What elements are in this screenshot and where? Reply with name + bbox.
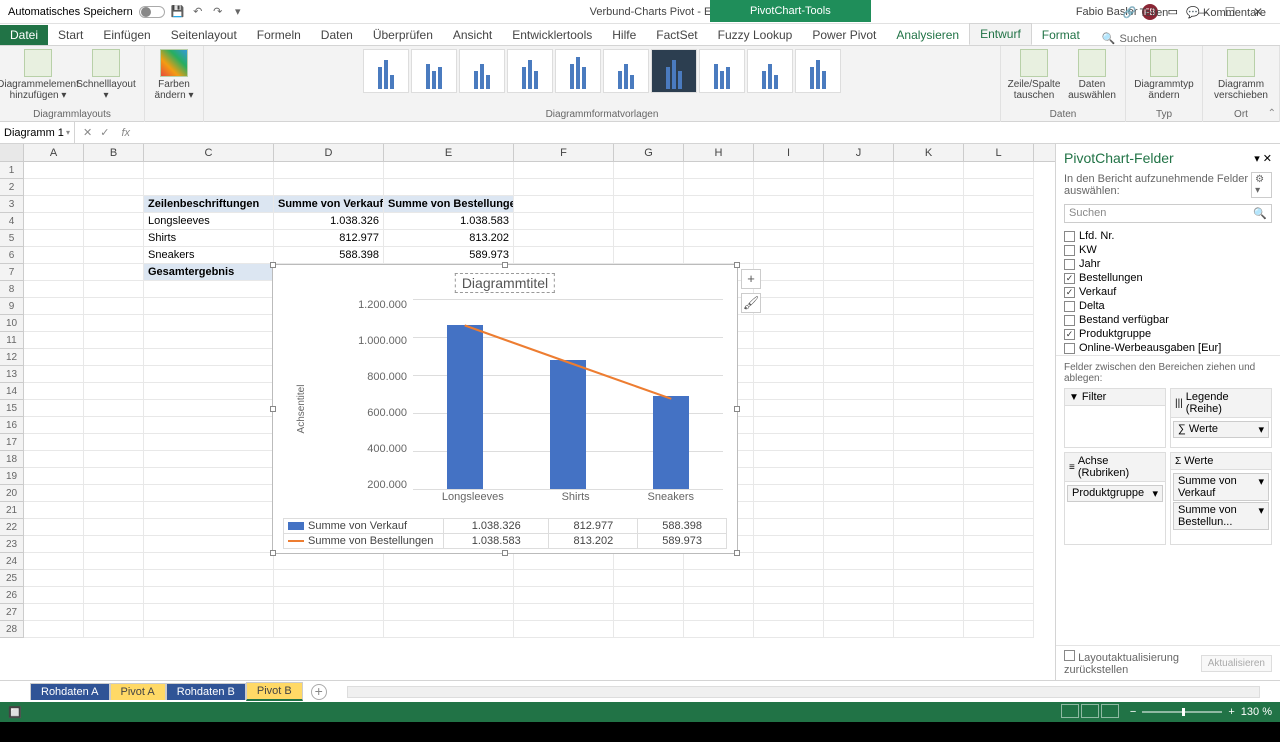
sheet-tab-bar: Rohdaten A Pivot A Rohdaten B Pivot B + bbox=[0, 680, 1280, 702]
tab-powerpivot[interactable]: Power Pivot bbox=[802, 25, 886, 45]
pane-title: PivotChart-Felder bbox=[1064, 150, 1174, 166]
sheet-tab[interactable]: Rohdaten A bbox=[30, 683, 110, 700]
column-headers: A B C D E F G H I J K L bbox=[0, 144, 1055, 162]
enter-formula-icon[interactable]: ✓ bbox=[100, 126, 109, 139]
name-box[interactable]: Diagramm 1▾ bbox=[0, 122, 75, 143]
qat-more-icon[interactable]: ▾ bbox=[231, 5, 245, 19]
tell-me-search[interactable]: 🔍 Suchen bbox=[1102, 32, 1157, 45]
change-chart-type-button[interactable]: Diagrammtyp ändern bbox=[1134, 49, 1194, 101]
sheet-tab[interactable]: Rohdaten B bbox=[166, 683, 246, 700]
field-search-input[interactable]: Suchen🔍 bbox=[1064, 204, 1272, 223]
tab-daten[interactable]: Daten bbox=[311, 25, 363, 45]
comments-button[interactable]: 💬 Kommentare bbox=[1182, 4, 1270, 21]
gear-icon[interactable]: ⚙ ▾ bbox=[1251, 172, 1272, 198]
formula-bar-row: Diagramm 1▾ ✕ ✓ fx bbox=[0, 122, 1280, 144]
tab-hilfe[interactable]: Hilfe bbox=[602, 25, 646, 45]
field-checkbox[interactable]: Bestellungen bbox=[1064, 271, 1272, 285]
save-icon[interactable]: 💾 bbox=[171, 5, 185, 19]
switch-row-col-button[interactable]: Zeile/Spalte tauschen bbox=[1009, 49, 1059, 101]
document-title: Verbund-Charts Pivot - Excel bbox=[245, 6, 1076, 18]
quick-layout-button[interactable]: Schnelllayout ▾ bbox=[76, 49, 136, 101]
zoom-control[interactable]: − + 130 % bbox=[1130, 706, 1272, 718]
add-chart-element-button[interactable]: Diagrammelement hinzufügen ▾ bbox=[8, 49, 68, 101]
field-checkbox[interactable]: Bestand verfügbar bbox=[1064, 313, 1272, 327]
view-switcher[interactable] bbox=[1060, 704, 1120, 721]
ribbon: Diagrammelement hinzufügen ▾ Schnelllayo… bbox=[0, 46, 1280, 122]
horizontal-scrollbar[interactable] bbox=[347, 686, 1260, 698]
tab-analysieren[interactable]: Analysieren bbox=[886, 25, 969, 45]
move-chart-button[interactable]: Diagramm verschieben bbox=[1211, 49, 1271, 101]
field-checkbox[interactable]: Delta bbox=[1064, 299, 1272, 313]
status-ready: 🔲 bbox=[8, 706, 22, 719]
pivotchart-fields-pane: PivotChart-Felder ▾ ✕ In den Bericht auf… bbox=[1055, 144, 1280, 680]
field-checkbox[interactable]: KW bbox=[1064, 243, 1272, 257]
field-checkbox[interactable]: Produktgruppe bbox=[1064, 327, 1272, 341]
search-icon: 🔍 bbox=[1253, 207, 1267, 220]
tab-entwurf[interactable]: Entwurf bbox=[969, 23, 1032, 45]
sheet-tab[interactable]: Pivot A bbox=[110, 683, 166, 700]
line-series bbox=[413, 299, 723, 495]
values-area[interactable]: Σ Werte Summe von Verkauf▾Summe von Best… bbox=[1170, 452, 1272, 545]
axis-area[interactable]: ≡ Achse (Rubriken) Produktgruppe▾ bbox=[1064, 452, 1166, 545]
undo-icon[interactable]: ↶ bbox=[191, 5, 205, 19]
title-bar: Automatisches Speichern 💾 ↶ ↷ ▾ Verbund-… bbox=[0, 0, 1280, 24]
update-button[interactable]: Aktualisieren bbox=[1201, 655, 1272, 672]
tab-format[interactable]: Format bbox=[1032, 25, 1090, 45]
collapse-ribbon-icon[interactable]: ⌃ bbox=[1268, 108, 1276, 119]
tab-start[interactable]: Start bbox=[48, 25, 93, 45]
contextual-tab-label: PivotChart-Tools bbox=[710, 0, 871, 22]
select-all-corner[interactable] bbox=[0, 144, 24, 161]
legend-chip: ∑ Werte▾ bbox=[1173, 421, 1269, 438]
tab-ueberpruefen[interactable]: Überprüfen bbox=[363, 25, 443, 45]
axis-chip: Produktgruppe▾ bbox=[1067, 485, 1163, 502]
autosave-label: Automatisches Speichern bbox=[8, 6, 133, 18]
select-data-button[interactable]: Daten auswählen bbox=[1067, 49, 1117, 101]
tab-entwicklertools[interactable]: Entwicklertools bbox=[502, 25, 602, 45]
field-checkbox[interactable]: Verkauf bbox=[1064, 285, 1272, 299]
field-checkbox[interactable]: Lfd. Nr. bbox=[1064, 229, 1272, 243]
fx-icon[interactable]: fx bbox=[117, 127, 130, 139]
worksheet[interactable]: A B C D E F G H I J K L 123Zeilenbeschri… bbox=[0, 144, 1055, 680]
chart-styles-button[interactable]: 🖌 bbox=[741, 293, 761, 313]
data-table-legend: Summe von Verkauf1.038.326812.977588.398… bbox=[283, 518, 727, 549]
share-button[interactable]: 🔗 Teilen bbox=[1119, 4, 1172, 21]
tab-factset[interactable]: FactSet bbox=[646, 25, 707, 45]
tab-fuzzy[interactable]: Fuzzy Lookup bbox=[708, 25, 803, 45]
defer-layout-checkbox[interactable]: Layoutaktualisierung zurückstellen bbox=[1064, 650, 1201, 676]
chart-title[interactable]: Diagrammtitel bbox=[455, 273, 555, 293]
y-axis-title[interactable]: Achsentitel bbox=[296, 385, 307, 434]
sheet-tab-active[interactable]: Pivot B bbox=[246, 682, 303, 701]
filter-area[interactable]: ▼ Filter bbox=[1064, 388, 1166, 448]
tab-datei[interactable]: Datei bbox=[0, 25, 48, 45]
pane-options-icon[interactable]: ▾ bbox=[1254, 153, 1260, 165]
x-axis-labels: LongsleevesShirtsSneakers bbox=[413, 491, 723, 503]
status-bar: 🔲 − + 130 % bbox=[0, 702, 1280, 722]
ribbon-tabs: Datei Start Einfügen Seitenlayout Formel… bbox=[0, 24, 1280, 46]
tab-einfuegen[interactable]: Einfügen bbox=[93, 25, 160, 45]
pivot-chart[interactable]: Diagrammtitel Achsentitel 1.200.0001.000… bbox=[272, 264, 738, 554]
plot-area[interactable] bbox=[413, 299, 723, 489]
change-colors-button[interactable]: Farben ändern ▾ bbox=[153, 49, 195, 101]
field-checkbox[interactable]: Online-Werbeausgaben [Eur] bbox=[1064, 341, 1272, 355]
legend-area[interactable]: ||| Legende (Reihe) ∑ Werte▾ bbox=[1170, 388, 1272, 448]
field-checkbox[interactable]: Jahr bbox=[1064, 257, 1272, 271]
tab-seitenlayout[interactable]: Seitenlayout bbox=[161, 25, 247, 45]
tab-formeln[interactable]: Formeln bbox=[247, 25, 311, 45]
tab-ansicht[interactable]: Ansicht bbox=[443, 25, 502, 45]
chart-elements-button[interactable]: + bbox=[741, 269, 761, 289]
new-sheet-button[interactable]: + bbox=[311, 684, 327, 700]
redo-icon[interactable]: ↷ bbox=[211, 5, 225, 19]
cancel-formula-icon[interactable]: ✕ bbox=[83, 126, 92, 139]
autosave-toggle[interactable] bbox=[139, 6, 165, 18]
pane-close-icon[interactable]: ✕ bbox=[1263, 153, 1272, 165]
y-axis-labels: 1.200.0001.000.000800.000600.000400.0002… bbox=[355, 299, 407, 491]
chart-styles-gallery[interactable] bbox=[363, 49, 841, 93]
